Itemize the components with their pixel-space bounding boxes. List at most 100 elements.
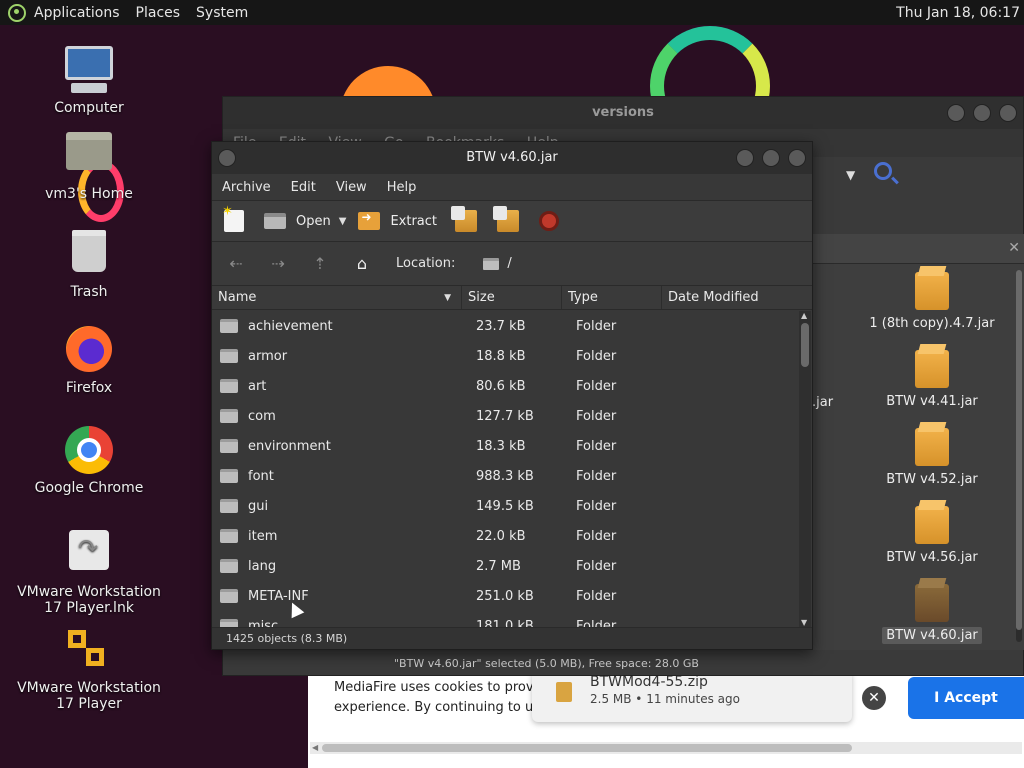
close-button[interactable] <box>788 149 806 167</box>
download-popup[interactable]: BTWMod4-55.zip 2.5 MB • 11 minutes ago <box>532 670 852 722</box>
column-header-date-modified[interactable]: Date Modified <box>662 286 796 309</box>
file-list-scrollbar[interactable]: ▲ ▼ <box>799 311 811 627</box>
file-view-scrollbar[interactable] <box>1016 270 1022 642</box>
extract-icon <box>358 210 381 230</box>
table-row[interactable]: lang 2.7 MB Folder <box>212 551 798 581</box>
desktop-icon-label: Computer <box>54 100 124 116</box>
menu-system[interactable]: System <box>196 5 248 21</box>
add-files-button[interactable] <box>451 206 477 232</box>
maximize-button[interactable] <box>762 149 780 167</box>
window-controls <box>947 104 1017 122</box>
file-item-selected[interactable]: BTW v4.60.jar <box>857 584 1007 644</box>
minimize-button[interactable] <box>947 104 965 122</box>
stop-button[interactable] <box>539 211 559 231</box>
desktop-icon-home[interactable]: vm3's Home <box>14 126 164 202</box>
menu-applications[interactable]: Applications <box>34 5 120 21</box>
firefox-icon <box>64 326 114 376</box>
up-arrow-icon[interactable]: ⇡ <box>308 254 332 273</box>
maximize-button[interactable] <box>973 104 991 122</box>
desktop-icon-label: Trash <box>70 284 108 300</box>
archive-manager-window[interactable]: BTW v4.60.jar Archive Edit View Help Ope… <box>211 141 813 650</box>
forward-arrow-icon[interactable]: ⇢ <box>266 254 290 273</box>
desktop-icon-label: VMware Workstation 17 Player.lnk <box>17 584 161 616</box>
distro-logo-icon[interactable] <box>8 3 26 22</box>
extract-button[interactable]: Extract <box>358 210 437 230</box>
folder-icon <box>220 379 238 393</box>
add-files-icon <box>451 206 477 232</box>
new-archive-button[interactable] <box>222 204 244 232</box>
table-row[interactable]: armor 18.8 kB Folder <box>212 341 798 371</box>
desktop-icon-firefox[interactable]: Firefox <box>14 326 164 396</box>
menu-places[interactable]: Places <box>136 5 181 21</box>
scroll-up-icon[interactable]: ▲ <box>801 311 807 320</box>
desktop-icon-label: Firefox <box>65 380 113 396</box>
computer-icon <box>64 46 114 96</box>
file-item-label-partial: .jar <box>812 395 834 410</box>
close-icon[interactable]: ✕ <box>1008 240 1020 256</box>
jar-file-icon <box>915 584 949 622</box>
file-item[interactable]: BTW v4.56.jar <box>857 506 1007 565</box>
table-row[interactable]: environment 18.3 kB Folder <box>212 431 798 461</box>
desktop-icon-chrome[interactable]: Google Chrome <box>14 426 164 496</box>
location-path[interactable]: / <box>507 256 511 271</box>
table-row[interactable]: gui 149.5 kB Folder <box>212 491 798 521</box>
panel-clock[interactable]: Thu Jan 18, 06:17 <box>896 5 1020 21</box>
table-row[interactable]: achievement 23.7 kB Folder <box>212 311 798 341</box>
home-icon[interactable]: ⌂ <box>350 254 374 273</box>
table-row[interactable]: font 988.3 kB Folder <box>212 461 798 491</box>
vmware-player-icon <box>64 626 114 676</box>
menu-view[interactable]: View <box>336 180 367 195</box>
sort-descending-icon: ▼ <box>444 293 451 303</box>
desktop-icon-trash[interactable]: Trash <box>14 226 164 300</box>
close-button[interactable] <box>999 104 1017 122</box>
folder-icon <box>220 349 238 363</box>
folder-icon <box>220 499 238 513</box>
desktop-icon-vmware-lnk[interactable]: VMware Workstation 17 Player.lnk <box>14 526 164 616</box>
column-header-size[interactable]: Size <box>462 286 562 309</box>
cookie-notice: MediaFire uses cookies to provide experi… <box>334 680 566 715</box>
minimize-button[interactable] <box>736 149 754 167</box>
back-arrow-icon[interactable]: ⇠ <box>224 254 248 273</box>
menu-help[interactable]: Help <box>387 180 417 195</box>
archive-toolbar: Open ▼ Extract <box>212 200 812 242</box>
table-row[interactable]: com 127.7 kB Folder <box>212 401 798 431</box>
add-folder-button[interactable] <box>493 206 519 232</box>
archive-location-bar: ⇠ ⇢ ⇡ ⌂ Location: / <box>212 242 812 286</box>
extract-label: Extract <box>390 213 437 229</box>
desktop-icon-vmware-player[interactable]: VMware Workstation 17 Player <box>14 626 164 712</box>
chevron-down-icon[interactable]: ▼ <box>846 168 855 182</box>
file-manager-toolbar-right: ▼ <box>812 160 1024 194</box>
file-item[interactable]: 1 (8th copy).4.7.jar <box>857 272 1007 331</box>
browser-horizontal-scrollbar[interactable]: ◀ <box>310 742 1022 754</box>
scrollbar-thumb[interactable] <box>801 323 809 367</box>
archive-titlebar[interactable]: BTW v4.60.jar <box>212 142 812 174</box>
file-list-header: Name ▼ Size Type Date Modified <box>212 286 812 310</box>
menu-edit[interactable]: Edit <box>291 180 316 195</box>
open-button[interactable]: Open <box>264 213 331 229</box>
folder-icon <box>220 589 238 603</box>
search-icon[interactable] <box>874 162 892 180</box>
folder-icon <box>220 439 238 453</box>
file-item-label: 1 (8th copy).4.7.jar <box>869 316 995 331</box>
column-header-type[interactable]: Type <box>562 286 662 309</box>
file-manager-titlebar[interactable]: versions <box>223 97 1023 129</box>
scroll-down-icon[interactable]: ▼ <box>801 618 807 627</box>
file-item-label: BTW v4.56.jar <box>886 550 978 565</box>
desktop-icon-computer[interactable]: Computer <box>14 46 164 116</box>
jar-file-icon <box>915 506 949 544</box>
window-menu-button[interactable] <box>218 149 236 167</box>
chrome-icon <box>64 426 114 476</box>
table-row[interactable]: item 22.0 kB Folder <box>212 521 798 551</box>
file-item[interactable]: BTW v4.41.jar <box>857 350 1007 409</box>
zip-file-icon <box>556 682 572 702</box>
accept-cookies-button[interactable]: I Accept <box>908 677 1024 719</box>
file-item-label: BTW v4.60.jar <box>882 627 982 644</box>
file-item[interactable]: BTW v4.52.jar <box>857 428 1007 487</box>
file-item-label: BTW v4.52.jar <box>886 472 978 487</box>
folder-icon <box>220 529 238 543</box>
open-dropdown-chevron-icon[interactable]: ▼ <box>339 216 347 227</box>
column-header-name[interactable]: Name ▼ <box>212 286 462 309</box>
menu-archive[interactable]: Archive <box>222 180 271 195</box>
close-download-button[interactable]: ✕ <box>862 686 886 710</box>
table-row[interactable]: art 80.6 kB Folder <box>212 371 798 401</box>
